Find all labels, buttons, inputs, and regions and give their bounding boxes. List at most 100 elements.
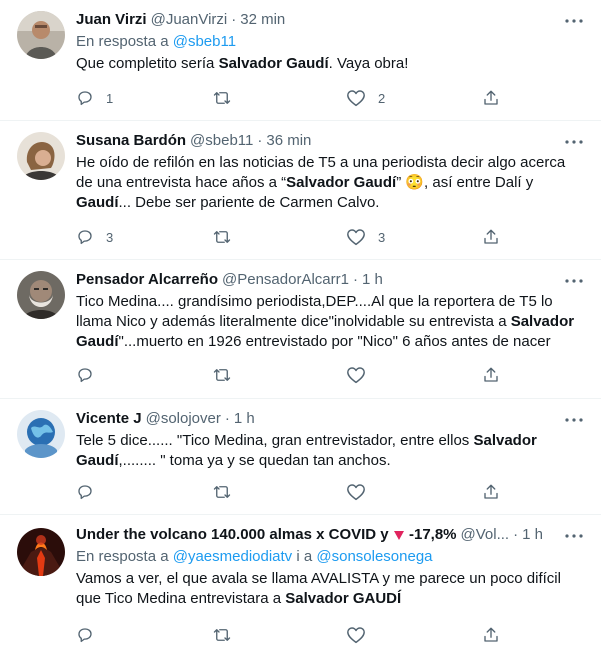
author-name[interactable]: Pensador Alcarreño (76, 270, 218, 290)
retweet-arrows-icon (213, 92, 231, 104)
author-name-suffix: -17,8% (404, 526, 457, 543)
retweet-arrows-icon (213, 369, 231, 381)
more-dots-icon[interactable] (565, 527, 583, 545)
author-handle[interactable]: @sbeb11 (190, 131, 253, 151)
heart-icon (347, 90, 365, 107)
retweet-button[interactable] (212, 625, 244, 645)
share-upload-icon (484, 627, 498, 642)
retweet-arrows-icon (213, 486, 231, 498)
more-dots-icon[interactable] (565, 133, 583, 151)
tweet-text: Que completito sería Salvador Gaudí. Vay… (76, 54, 585, 74)
share-button[interactable] (482, 625, 500, 645)
share-upload-icon (484, 229, 498, 244)
reply-button[interactable] (76, 625, 106, 645)
share-button[interactable] (482, 365, 500, 385)
separator-dot: · (513, 526, 519, 543)
reply-bubble-icon (78, 368, 92, 383)
reply-button[interactable] (76, 482, 106, 502)
separator-dot: · (231, 11, 237, 28)
heart-icon (347, 229, 365, 246)
retweet-arrows-icon (213, 231, 231, 243)
reply-bubble-icon (78, 230, 92, 245)
author-handle[interactable]: @JuanVirzi (151, 10, 228, 30)
reply-button[interactable]: 1 (76, 88, 113, 108)
more-dots-icon[interactable] (565, 411, 583, 429)
like-button[interactable]: 3 (346, 227, 385, 247)
text-segment: ” 😳, así entre Dalí y (396, 174, 534, 191)
avatar[interactable] (17, 11, 65, 59)
reply-context: En resposta a @yaesmediodiatv i a @sonso… (76, 547, 585, 567)
share-button[interactable] (482, 88, 500, 108)
reply-mention-link[interactable]: @yaesmediodiatv (173, 548, 292, 565)
tweet[interactable]: Juan Virzi @JuanVirzi · 32 min En respos… (0, 0, 601, 121)
timestamp[interactable]: 1 h (522, 525, 543, 545)
author-handle[interactable]: @PensadorAlcarr1 (222, 270, 349, 290)
reply-mention-link[interactable]: @sonsolesonega (316, 548, 432, 565)
text-segment: Tele 5 dice...... "Tico Medina, gran ent… (76, 432, 474, 449)
share-upload-icon (484, 484, 498, 499)
like-button[interactable] (346, 625, 378, 645)
retweet-button[interactable] (212, 227, 244, 247)
tweet-text: Tico Medina.... grandísimo periodista,DE… (76, 292, 585, 352)
reply-joiner: i a (296, 548, 313, 565)
timestamp[interactable]: 32 min (240, 10, 285, 30)
tweet-actions: 1 2 (76, 88, 601, 108)
share-button[interactable] (482, 227, 500, 247)
share-upload-icon (484, 90, 498, 105)
highlight-term: Salvador GAUDÍ (285, 590, 402, 607)
like-button[interactable]: 2 (346, 88, 385, 108)
timestamp[interactable]: 1 h (234, 409, 255, 429)
tweet-text: Tele 5 dice...... "Tico Medina, gran ent… (76, 431, 585, 471)
reply-button[interactable]: 3 (76, 227, 113, 247)
reply-mention-link[interactable]: @sbeb11 (173, 33, 236, 50)
highlight-term: Gaudí (76, 194, 119, 211)
heart-icon (347, 484, 365, 501)
separator-dot: · (352, 271, 358, 288)
separator-dot: · (224, 410, 230, 427)
tweet-actions (76, 365, 601, 385)
like-button[interactable] (346, 365, 378, 385)
timestamp[interactable]: 1 h (362, 270, 383, 290)
text-segment: . Vaya obra! (328, 55, 409, 72)
retweet-button[interactable] (212, 482, 244, 502)
reply-button[interactable] (76, 365, 106, 385)
tweet[interactable]: Vicente J @solojover · 1 h Tele 5 dice..… (0, 399, 601, 515)
more-dots-icon[interactable] (565, 272, 583, 290)
tweet[interactable]: Susana Bardón @sbeb11 · 36 min He oído d… (0, 121, 601, 260)
author-name[interactable]: Juan Virzi (76, 10, 147, 30)
like-count: 3 (378, 229, 386, 245)
author-name[interactable]: Susana Bardón (76, 131, 186, 151)
share-button[interactable] (482, 482, 500, 502)
author-name-text: Under the volcano 140.000 almas x COVID … (76, 526, 393, 543)
author-handle[interactable]: @Vol... (461, 525, 510, 545)
timestamp[interactable]: 36 min (266, 131, 311, 151)
reply-bubble-icon (78, 628, 92, 643)
more-dots-icon[interactable] (565, 12, 583, 30)
tweet[interactable]: Under the volcano 140.000 almas x COVID … (0, 515, 601, 658)
tweet-actions (76, 482, 601, 502)
text-segment: ,........ " toma ya y se quedan tan anch… (118, 452, 391, 469)
author-name[interactable]: Vicente J (76, 409, 142, 429)
text-segment: "...muerto en 1926 entrevistado por "Nic… (118, 333, 551, 350)
tweet-actions (76, 625, 601, 645)
retweet-button[interactable] (212, 88, 244, 108)
avatar[interactable] (17, 528, 65, 576)
author-name[interactable]: Under the volcano 140.000 almas x COVID … (76, 525, 457, 545)
avatar[interactable] (17, 410, 65, 458)
tweet-text: Vamos a ver, el que avala se llama AVALI… (76, 569, 585, 609)
author-handle[interactable]: @solojover (146, 409, 221, 429)
retweet-button[interactable] (212, 365, 244, 385)
reply-count: 3 (106, 229, 114, 245)
text-segment: ... Debe ser pariente de Carmen Calvo. (118, 194, 380, 211)
highlight-term: Salvador Gaudí (286, 174, 397, 191)
tweet-actions: 3 3 (76, 227, 601, 247)
avatar[interactable] (17, 132, 65, 180)
reply-count: 1 (106, 90, 114, 106)
share-upload-icon (484, 367, 498, 382)
like-button[interactable] (346, 482, 378, 502)
red-triangle-icon (393, 531, 404, 540)
text-segment: Tico Medina.... grandísimo periodista,DE… (76, 293, 553, 330)
tweet[interactable]: Pensador Alcarreño @PensadorAlcarr1 · 1 … (0, 260, 601, 399)
text-segment: Que completito sería (76, 55, 219, 72)
avatar[interactable] (17, 271, 65, 319)
